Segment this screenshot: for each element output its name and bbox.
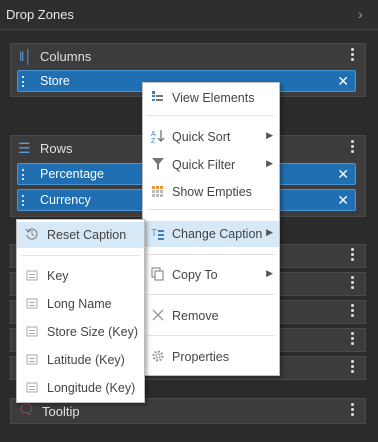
tooltip-menu-icon[interactable] [351, 403, 355, 418]
field-label: Percentage [40, 167, 104, 181]
caption-item-icon [26, 298, 38, 309]
change-caption-submenu: Reset Caption Key Long Name Store Size (… [16, 219, 145, 403]
remove-icon[interactable]: ✕ [337, 73, 349, 90]
menu-item-label: Show Empties [172, 185, 252, 199]
submenu-arrow-icon: ▶ [266, 158, 273, 168]
menu-item-change-caption[interactable]: T Change Caption ▶ [143, 221, 279, 247]
menu-item-label: Remove [172, 309, 219, 323]
submenu-arrow-icon: ▶ [266, 227, 273, 237]
caption-item-icon [26, 326, 38, 337]
menu-item-label: Copy To [172, 268, 218, 282]
submenu-item-label: Key [47, 269, 69, 283]
collapse-chevron-icon[interactable]: › [358, 6, 363, 22]
submenu-item-key[interactable]: Key [17, 263, 144, 289]
zone-menu-icon[interactable] [351, 332, 355, 347]
submenu-item-label: Store Size (Key) [47, 325, 139, 339]
menu-item-remove[interactable]: Remove [143, 303, 279, 329]
columns-icon: ‖│ [19, 49, 33, 64]
remove-icon[interactable]: ✕ [337, 192, 349, 209]
submenu-item-store-size[interactable]: Store Size (Key) [17, 319, 144, 345]
remove-icon [152, 309, 164, 321]
menu-item-properties[interactable]: Properties [143, 344, 279, 370]
submenu-item-label: Longitude (Key) [47, 381, 136, 395]
menu-item-label: Quick Filter [172, 158, 236, 172]
tooltip-icon: 🗨 [18, 402, 35, 417]
menu-item-show-empties[interactable]: Show Empties [143, 179, 279, 205]
submenu-arrow-icon: ▶ [266, 268, 273, 278]
menu-item-copy-to[interactable]: Copy To ▶ [143, 262, 279, 288]
svg-text:A: A [151, 131, 156, 138]
grid-icon [152, 186, 163, 197]
menu-separator [147, 294, 275, 295]
menu-item-label: Quick Sort [172, 130, 231, 144]
menu-separator [147, 335, 275, 336]
zone-menu-icon[interactable] [351, 248, 355, 263]
menu-separator [147, 115, 275, 116]
menu-item-view-elements[interactable]: View Elements [143, 85, 279, 111]
caption-item-icon [26, 382, 38, 393]
columns-title: Columns [40, 49, 92, 64]
remove-icon[interactable]: ✕ [337, 166, 349, 183]
caption-icon: T [151, 228, 164, 240]
submenu-item-long-name[interactable]: Long Name [17, 291, 144, 317]
columns-menu-icon[interactable] [351, 48, 355, 63]
drag-handle-icon[interactable] [22, 76, 26, 87]
tooltip-title: Tooltip [42, 404, 80, 419]
rows-title: Rows [40, 141, 73, 156]
submenu-item-longitude[interactable]: Longitude (Key) [17, 375, 144, 401]
caption-item-icon [26, 354, 38, 365]
field-label: Store [40, 74, 70, 88]
view-elements-icon [152, 91, 163, 101]
menu-item-quick-filter[interactable]: Quick Filter ▶ [143, 152, 279, 178]
menu-separator [147, 254, 275, 255]
svg-text:T: T [151, 228, 157, 239]
drag-handle-icon[interactable] [22, 195, 26, 206]
menu-separator [147, 209, 275, 210]
rows-menu-icon[interactable] [351, 140, 355, 155]
zone-menu-icon[interactable] [351, 276, 355, 291]
drag-handle-icon[interactable] [22, 169, 26, 180]
field-label: Currency [40, 193, 91, 207]
submenu-arrow-icon: ▶ [266, 130, 273, 140]
gear-icon [152, 350, 164, 362]
submenu-item-label: Reset Caption [47, 228, 127, 242]
menu-item-label: Change Caption [172, 227, 263, 241]
zone-menu-icon[interactable] [351, 360, 355, 375]
submenu-item-label: Latitude (Key) [47, 353, 125, 367]
submenu-item-label: Long Name [47, 297, 112, 311]
context-menu: View Elements AZ Quick Sort ▶ Quick Filt… [142, 82, 280, 376]
menu-item-quick-sort[interactable]: AZ Quick Sort ▶ [143, 124, 279, 150]
rows-icon: ☰ [18, 140, 31, 156]
reset-icon [25, 228, 38, 240]
caption-item-icon [26, 270, 38, 281]
sort-icon: AZ [151, 130, 165, 143]
panel-title: Drop Zones [6, 7, 74, 22]
copy-icon [151, 267, 164, 281]
menu-item-label: View Elements [172, 91, 255, 105]
submenu-item-reset-caption[interactable]: Reset Caption [17, 222, 144, 248]
submenu-item-latitude[interactable]: Latitude (Key) [17, 347, 144, 373]
panel-header: Drop Zones › [0, 0, 378, 30]
menu-separator [21, 255, 140, 256]
zone-menu-icon[interactable] [351, 304, 355, 319]
svg-text:Z: Z [151, 138, 156, 143]
menu-item-label: Properties [172, 350, 229, 364]
filter-icon [152, 158, 164, 170]
